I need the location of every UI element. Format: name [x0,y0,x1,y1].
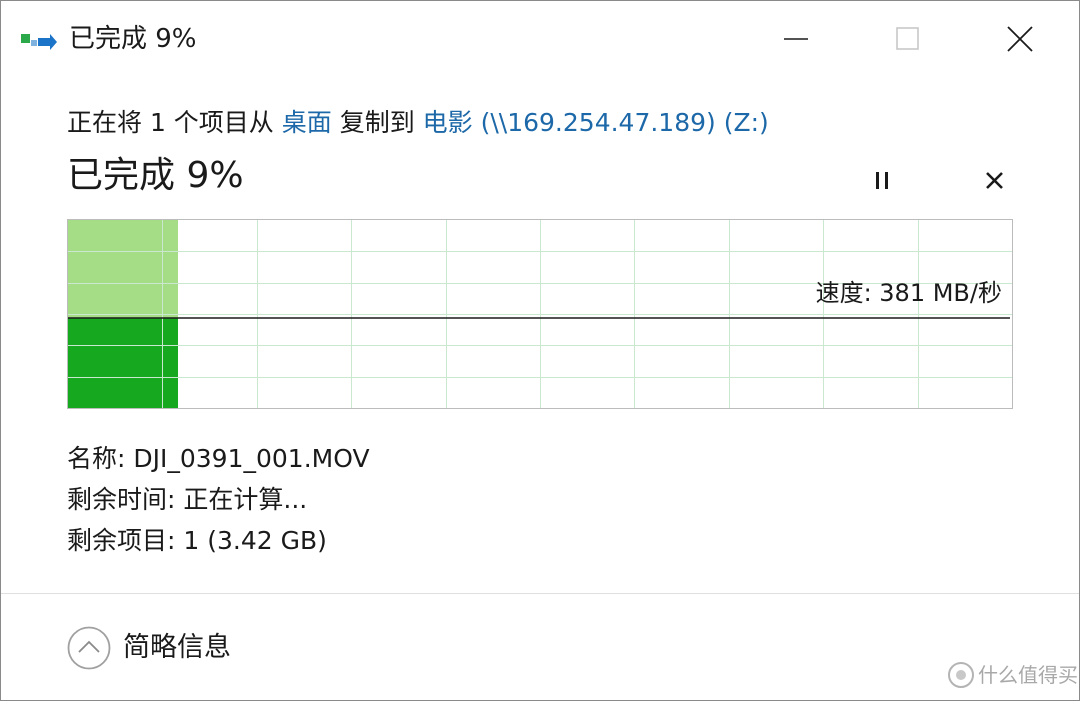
items-remaining-detail: 剩余项目: 1 (3.42 GB) [67,526,327,555]
speed-graph-canvas [68,220,1012,408]
pause-icon [876,172,888,189]
fewer-details-label[interactable]: 简略信息 [123,630,231,666]
copy-progress-window: 已完成 9% 正在将 1 个项目从 桌面 复制到 电影 (\\169.254.4… [0,0,1080,701]
cancel-icon [986,172,1003,189]
site-watermark: 什么值得买 [948,660,1078,690]
maximize-button[interactable] [873,11,943,67]
progress-percent-label: 已完成 9% [67,155,244,196]
speed-area [68,318,178,408]
close-icon [1007,26,1033,52]
details-footer: 简略信息 [1,594,1079,700]
fewer-details-toggle[interactable] [67,626,111,670]
transfer-speed-graph: 速度: 381 MB/秒 [67,219,1013,409]
file-copy-icon [21,31,57,55]
speed-label: 速度: 381 MB/秒 [815,279,1002,307]
watermark-text: 什么值得买 [978,663,1078,687]
copy-description: 正在将 1 个项目从 桌面 复制到 电影 (\\169.254.47.189) … [67,105,769,141]
copy-middle: 复制到 [331,108,423,137]
close-button[interactable] [985,11,1055,67]
title-bar[interactable]: 已完成 9% [1,1,1079,77]
time-remaining-detail: 剩余时间: 正在计算... [67,485,308,514]
completed-area [68,220,178,318]
window-title: 已完成 9% [69,24,197,54]
cancel-copy-button[interactable] [971,161,1019,201]
source-link[interactable]: 桌面 [282,108,332,137]
maximize-icon [896,27,919,50]
watermark-logo-icon [948,661,974,688]
destination-link[interactable]: 电影 (\\169.254.47.189) (Z:) [423,108,769,137]
chevron-up-icon [67,626,111,670]
minimize-button[interactable] [761,11,831,67]
file-name-detail: 名称: DJI_0391_001.MOV [67,444,370,473]
minimize-icon [784,38,808,40]
copy-prefix: 正在将 1 个项目从 [67,108,282,137]
pause-button[interactable] [859,161,907,201]
